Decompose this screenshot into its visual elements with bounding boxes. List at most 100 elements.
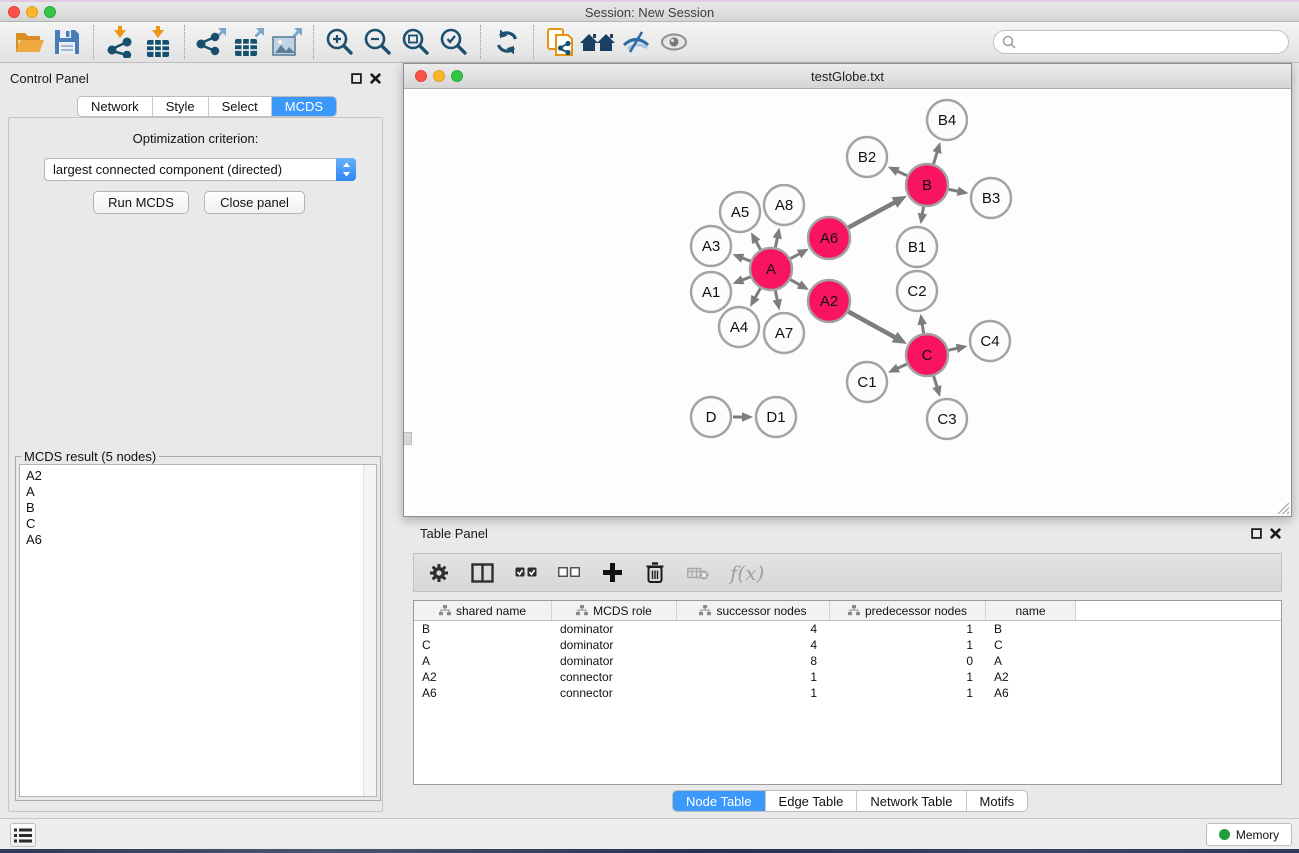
table-cell[interactable]: A6 bbox=[986, 685, 1076, 701]
result-item[interactable]: A bbox=[26, 484, 376, 500]
houses-button[interactable] bbox=[579, 23, 617, 61]
network-window-titlebar[interactable]: testGlobe.txt bbox=[404, 64, 1291, 89]
result-item[interactable]: C bbox=[26, 516, 376, 532]
deselect-all-button[interactable] bbox=[558, 567, 580, 578]
table-row[interactable]: Cdominator41C bbox=[414, 637, 1281, 653]
edge-B-B3[interactable] bbox=[949, 187, 969, 196]
edge-B-B1[interactable] bbox=[918, 207, 927, 225]
import-table-button[interactable] bbox=[139, 23, 177, 61]
table-cell[interactable]: 4 bbox=[677, 637, 830, 653]
import-network-button[interactable] bbox=[101, 23, 139, 61]
edge-A2-C[interactable] bbox=[848, 312, 907, 344]
table-row[interactable]: Bdominator41B bbox=[414, 621, 1281, 637]
edge-B-B4[interactable] bbox=[933, 142, 942, 164]
table-cell[interactable]: A2 bbox=[414, 669, 552, 685]
table-cell[interactable]: 8 bbox=[677, 653, 830, 669]
table-cell[interactable]: 1 bbox=[830, 621, 986, 637]
table-cell[interactable]: connector bbox=[552, 685, 677, 701]
float-panel-icon[interactable] bbox=[351, 73, 362, 84]
table-cell[interactable]: 1 bbox=[830, 685, 986, 701]
graph-node-A8[interactable]: A8 bbox=[764, 185, 804, 225]
table-cell[interactable]: 1 bbox=[830, 669, 986, 685]
graph-node-B4[interactable]: B4 bbox=[927, 100, 967, 140]
criterion-dropdown[interactable]: largest connected component (directed) bbox=[44, 158, 356, 181]
table-cell[interactable]: dominator bbox=[552, 621, 677, 637]
table-cell[interactable]: 1 bbox=[677, 685, 830, 701]
tab-style[interactable]: Style bbox=[152, 97, 208, 116]
graph-node-B1[interactable]: B1 bbox=[897, 227, 937, 267]
tab-select[interactable]: Select bbox=[208, 97, 271, 116]
float-panel-icon[interactable] bbox=[1251, 528, 1262, 539]
column-header-successor-nodes[interactable]: successor nodes bbox=[677, 601, 830, 620]
function-builder-button[interactable]: f(x) bbox=[730, 563, 764, 583]
tab-network-table[interactable]: Network Table bbox=[856, 791, 965, 811]
zoom-fit-button[interactable] bbox=[397, 23, 435, 61]
table-cell[interactable]: A2 bbox=[986, 669, 1076, 685]
column-header-name[interactable]: name bbox=[986, 601, 1076, 620]
close-panel-icon[interactable] bbox=[1270, 528, 1281, 539]
show-columns-button[interactable] bbox=[471, 563, 494, 583]
graph-node-A3[interactable]: A3 bbox=[691, 226, 731, 266]
add-column-button[interactable] bbox=[601, 563, 623, 582]
column-header-predecessor-nodes[interactable]: predecessor nodes bbox=[830, 601, 986, 620]
refresh-button[interactable] bbox=[488, 23, 526, 61]
splitter-grip[interactable] bbox=[404, 432, 412, 445]
clone-network-button[interactable] bbox=[541, 23, 579, 61]
tab-mcds[interactable]: MCDS bbox=[271, 97, 336, 116]
graph-node-A6[interactable]: A6 bbox=[808, 217, 850, 259]
tab-motifs[interactable]: Motifs bbox=[966, 791, 1028, 811]
edge-A-A5[interactable] bbox=[751, 232, 761, 250]
table-row[interactable]: A6connector11A6 bbox=[414, 685, 1281, 701]
edge-A-A2[interactable] bbox=[790, 280, 809, 290]
search-field[interactable] bbox=[993, 30, 1289, 54]
result-item[interactable]: A2 bbox=[26, 468, 376, 484]
table-cell[interactable]: 1 bbox=[830, 637, 986, 653]
table-row[interactable]: A2connector11A2 bbox=[414, 669, 1281, 685]
table-cell[interactable]: 1 bbox=[677, 669, 830, 685]
graph-node-A[interactable]: A bbox=[750, 248, 792, 290]
table-cell[interactable]: dominator bbox=[552, 653, 677, 669]
table-cell[interactable]: B bbox=[986, 621, 1076, 637]
graph-node-A7[interactable]: A7 bbox=[764, 313, 804, 353]
table-settings-button[interactable] bbox=[428, 563, 450, 583]
graph-node-B[interactable]: B bbox=[906, 164, 948, 206]
table-cell[interactable]: A6 bbox=[414, 685, 552, 701]
export-table-button[interactable] bbox=[230, 23, 268, 61]
eye-slash-button[interactable] bbox=[617, 23, 655, 61]
table-cell[interactable]: C bbox=[414, 637, 552, 653]
edge-A6-B[interactable] bbox=[848, 196, 906, 228]
edge-A-A8[interactable] bbox=[773, 228, 782, 248]
graph-node-B2[interactable]: B2 bbox=[847, 137, 887, 177]
tab-node-table[interactable]: Node Table bbox=[673, 791, 765, 811]
open-session-button[interactable] bbox=[10, 23, 48, 61]
table-cell[interactable]: 4 bbox=[677, 621, 830, 637]
table-row[interactable]: Adominator80A bbox=[414, 653, 1281, 669]
graph-node-B3[interactable]: B3 bbox=[971, 178, 1011, 218]
zoom-selected-button[interactable] bbox=[435, 23, 473, 61]
edge-A-A6[interactable] bbox=[790, 249, 808, 259]
edge-A-A3[interactable] bbox=[733, 254, 751, 263]
resize-grip-icon[interactable] bbox=[1277, 502, 1290, 515]
zoom-in-button[interactable] bbox=[321, 23, 359, 61]
table-cell[interactable]: dominator bbox=[552, 637, 677, 653]
graph-node-C4[interactable]: C4 bbox=[970, 321, 1010, 361]
delete-table-button[interactable] bbox=[687, 566, 709, 580]
column-header-shared-name[interactable]: shared name bbox=[414, 601, 552, 620]
edge-C-C4[interactable] bbox=[949, 344, 968, 353]
result-item[interactable]: A6 bbox=[26, 532, 376, 548]
delete-columns-button[interactable] bbox=[644, 562, 666, 583]
graph-node-D[interactable]: D bbox=[691, 397, 731, 437]
run-mcds-button[interactable]: Run MCDS bbox=[93, 191, 189, 214]
graph-node-A2[interactable]: A2 bbox=[808, 280, 850, 322]
export-network-button[interactable] bbox=[192, 23, 230, 61]
graph-node-A1[interactable]: A1 bbox=[691, 272, 731, 312]
edge-D-D1[interactable] bbox=[733, 412, 753, 422]
tab-network[interactable]: Network bbox=[78, 97, 152, 116]
edge-B-B2[interactable] bbox=[888, 167, 907, 176]
graph-node-C2[interactable]: C2 bbox=[897, 271, 937, 311]
table-cell[interactable]: A bbox=[414, 653, 552, 669]
graph-node-D1[interactable]: D1 bbox=[756, 397, 796, 437]
table-cell[interactable]: 0 bbox=[830, 653, 986, 669]
save-session-button[interactable] bbox=[48, 23, 86, 61]
memory-button[interactable]: Memory bbox=[1206, 823, 1292, 846]
